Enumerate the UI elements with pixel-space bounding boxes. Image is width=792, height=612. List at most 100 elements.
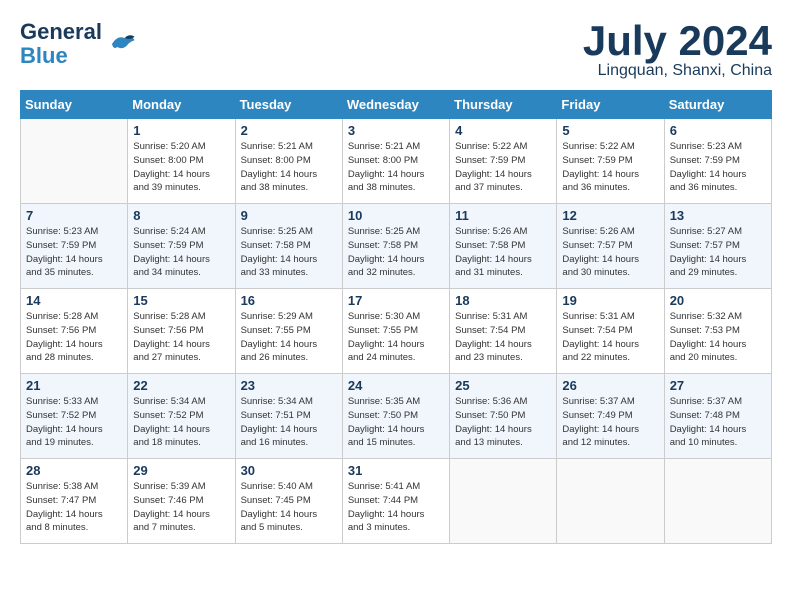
- calendar-cell: 11 Sunrise: 5:26 AM Sunset: 7:58 PM Dayli…: [450, 204, 557, 289]
- day-number: 3: [348, 123, 444, 138]
- calendar-cell: 24 Sunrise: 5:35 AM Sunset: 7:50 PM Dayli…: [342, 374, 449, 459]
- day-info: Sunrise: 5:28 AM Sunset: 7:56 PM Dayligh…: [26, 310, 122, 365]
- calendar-cell: 23Sunrise: 5:34 AM Sunset: 7:51 PM Dayli…: [235, 374, 342, 459]
- calendar-day-header: Friday: [557, 91, 664, 119]
- day-number: 28: [26, 463, 122, 478]
- day-number: 2: [241, 123, 337, 138]
- calendar-cell: 20 Sunrise: 5:32 AM Sunset: 7:53 PM Dayli…: [664, 289, 771, 374]
- day-info: Sunrise: 5:38 AM Sunset: 7:47 PM Dayligh…: [26, 480, 122, 535]
- calendar-week-row: 1 Sunrise: 5:20 AM Sunset: 8:00 PM Daylig…: [21, 119, 772, 204]
- day-info: Sunrise: 5:25 AM Sunset: 7:58 PM Dayligh…: [348, 225, 444, 280]
- day-info: Sunrise: 5:34 AM Sunset: 7:52 PM Dayligh…: [133, 395, 229, 450]
- calendar-day-header: Tuesday: [235, 91, 342, 119]
- calendar-cell: 26Sunrise: 5:37 AM Sunset: 7:49 PM Dayli…: [557, 374, 664, 459]
- day-number: 6: [670, 123, 766, 138]
- calendar-cell: 16 Sunrise: 5:29 AM Sunset: 7:55 PM Dayli…: [235, 289, 342, 374]
- calendar-day-header: Saturday: [664, 91, 771, 119]
- day-info: Sunrise: 5:25 AM Sunset: 7:58 PM Dayligh…: [241, 225, 337, 280]
- day-number: 27: [670, 378, 766, 393]
- calendar-cell: [557, 459, 664, 544]
- calendar-cell: 6 Sunrise: 5:23 AM Sunset: 7:59 PM Daylig…: [664, 119, 771, 204]
- day-info: Sunrise: 5:31 AM Sunset: 7:54 PM Dayligh…: [455, 310, 551, 365]
- day-info: Sunrise: 5:40 AM Sunset: 7:45 PM Dayligh…: [241, 480, 337, 535]
- day-number: 15: [133, 293, 229, 308]
- day-info: Sunrise: 5:26 AM Sunset: 7:58 PM Dayligh…: [455, 225, 551, 280]
- calendar-header-row: SundayMondayTuesdayWednesdayThursdayFrid…: [21, 91, 772, 119]
- day-number: 20: [670, 293, 766, 308]
- logo: GeneralBlue: [20, 20, 136, 68]
- calendar-cell: 14 Sunrise: 5:28 AM Sunset: 7:56 PM Dayli…: [21, 289, 128, 374]
- day-number: 4: [455, 123, 551, 138]
- calendar-day-header: Monday: [128, 91, 235, 119]
- day-info: Sunrise: 5:37 AM Sunset: 7:48 PM Dayligh…: [670, 395, 766, 450]
- calendar-day-header: Thursday: [450, 91, 557, 119]
- day-number: 1: [133, 123, 229, 138]
- calendar-day-header: Sunday: [21, 91, 128, 119]
- calendar-cell: 17 Sunrise: 5:30 AM Sunset: 7:55 PM Dayli…: [342, 289, 449, 374]
- day-number: 7: [26, 208, 122, 223]
- calendar-cell: 19 Sunrise: 5:31 AM Sunset: 7:54 PM Dayli…: [557, 289, 664, 374]
- day-number: 18: [455, 293, 551, 308]
- logo-text: GeneralBlue: [20, 20, 102, 68]
- calendar-cell: 1 Sunrise: 5:20 AM Sunset: 8:00 PM Daylig…: [128, 119, 235, 204]
- calendar-cell: 7 Sunrise: 5:23 AM Sunset: 7:59 PM Daylig…: [21, 204, 128, 289]
- calendar-cell: [21, 119, 128, 204]
- day-number: 13: [670, 208, 766, 223]
- day-info: Sunrise: 5:39 AM Sunset: 7:46 PM Dayligh…: [133, 480, 229, 535]
- calendar-cell: 31 Sunrise: 5:41 AM Sunset: 7:44 PM Dayli…: [342, 459, 449, 544]
- day-info: Sunrise: 5:20 AM Sunset: 8:00 PM Dayligh…: [133, 140, 229, 195]
- calendar-week-row: 21Sunrise: 5:33 AM Sunset: 7:52 PM Dayli…: [21, 374, 772, 459]
- day-info: Sunrise: 5:30 AM Sunset: 7:55 PM Dayligh…: [348, 310, 444, 365]
- day-info: Sunrise: 5:21 AM Sunset: 8:00 PM Dayligh…: [241, 140, 337, 195]
- day-info: Sunrise: 5:22 AM Sunset: 7:59 PM Dayligh…: [455, 140, 551, 195]
- day-number: 24: [348, 378, 444, 393]
- calendar-cell: 10Sunrise: 5:25 AM Sunset: 7:58 PM Dayli…: [342, 204, 449, 289]
- day-info: Sunrise: 5:24 AM Sunset: 7:59 PM Dayligh…: [133, 225, 229, 280]
- calendar-cell: 3 Sunrise: 5:21 AM Sunset: 8:00 PM Daylig…: [342, 119, 449, 204]
- day-info: Sunrise: 5:41 AM Sunset: 7:44 PM Dayligh…: [348, 480, 444, 535]
- calendar-cell: 22 Sunrise: 5:34 AM Sunset: 7:52 PM Dayli…: [128, 374, 235, 459]
- day-info: Sunrise: 5:32 AM Sunset: 7:53 PM Dayligh…: [670, 310, 766, 365]
- calendar-cell: 21Sunrise: 5:33 AM Sunset: 7:52 PM Dayli…: [21, 374, 128, 459]
- calendar-cell: 4 Sunrise: 5:22 AM Sunset: 7:59 PM Daylig…: [450, 119, 557, 204]
- calendar-cell: 28 Sunrise: 5:38 AM Sunset: 7:47 PM Dayli…: [21, 459, 128, 544]
- calendar-cell: 29Sunrise: 5:39 AM Sunset: 7:46 PM Dayli…: [128, 459, 235, 544]
- calendar-cell: 18 Sunrise: 5:31 AM Sunset: 7:54 PM Dayli…: [450, 289, 557, 374]
- title-block: July 2024 Lingquan, Shanxi, China: [583, 20, 772, 80]
- logo-bird-icon: [106, 29, 136, 59]
- day-info: Sunrise: 5:36 AM Sunset: 7:50 PM Dayligh…: [455, 395, 551, 450]
- location: Lingquan, Shanxi, China: [583, 62, 772, 80]
- calendar-cell: 13 Sunrise: 5:27 AM Sunset: 7:57 PM Dayli…: [664, 204, 771, 289]
- calendar-cell: 9 Sunrise: 5:25 AM Sunset: 7:58 PM Daylig…: [235, 204, 342, 289]
- calendar-cell: [450, 459, 557, 544]
- day-info: Sunrise: 5:22 AM Sunset: 7:59 PM Dayligh…: [562, 140, 658, 195]
- calendar-day-header: Wednesday: [342, 91, 449, 119]
- calendar-cell: 5Sunrise: 5:22 AM Sunset: 7:59 PM Daylig…: [557, 119, 664, 204]
- day-number: 22: [133, 378, 229, 393]
- day-number: 16: [241, 293, 337, 308]
- month-title: July 2024: [583, 20, 772, 62]
- day-info: Sunrise: 5:29 AM Sunset: 7:55 PM Dayligh…: [241, 310, 337, 365]
- calendar-cell: 12Sunrise: 5:26 AM Sunset: 7:57 PM Dayli…: [557, 204, 664, 289]
- page-header: GeneralBlue July 2024 Lingquan, Shanxi, …: [20, 20, 772, 80]
- calendar-cell: 8Sunrise: 5:24 AM Sunset: 7:59 PM Daylig…: [128, 204, 235, 289]
- calendar-week-row: 7 Sunrise: 5:23 AM Sunset: 7:59 PM Daylig…: [21, 204, 772, 289]
- day-info: Sunrise: 5:27 AM Sunset: 7:57 PM Dayligh…: [670, 225, 766, 280]
- day-number: 11: [455, 208, 551, 223]
- day-info: Sunrise: 5:21 AM Sunset: 8:00 PM Dayligh…: [348, 140, 444, 195]
- calendar-cell: 27 Sunrise: 5:37 AM Sunset: 7:48 PM Dayli…: [664, 374, 771, 459]
- day-info: Sunrise: 5:31 AM Sunset: 7:54 PM Dayligh…: [562, 310, 658, 365]
- day-info: Sunrise: 5:23 AM Sunset: 7:59 PM Dayligh…: [26, 225, 122, 280]
- day-info: Sunrise: 5:35 AM Sunset: 7:50 PM Dayligh…: [348, 395, 444, 450]
- day-number: 17: [348, 293, 444, 308]
- day-number: 19: [562, 293, 658, 308]
- day-number: 26: [562, 378, 658, 393]
- calendar-cell: [664, 459, 771, 544]
- day-info: Sunrise: 5:23 AM Sunset: 7:59 PM Dayligh…: [670, 140, 766, 195]
- day-number: 12: [562, 208, 658, 223]
- day-info: Sunrise: 5:33 AM Sunset: 7:52 PM Dayligh…: [26, 395, 122, 450]
- calendar-week-row: 14 Sunrise: 5:28 AM Sunset: 7:56 PM Dayli…: [21, 289, 772, 374]
- day-number: 31: [348, 463, 444, 478]
- day-number: 14: [26, 293, 122, 308]
- day-number: 9: [241, 208, 337, 223]
